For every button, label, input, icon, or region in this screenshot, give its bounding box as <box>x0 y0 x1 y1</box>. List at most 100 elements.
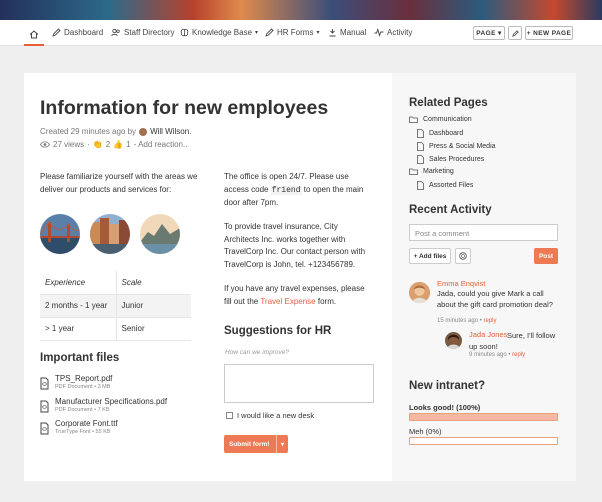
nav-label: Manual <box>340 28 367 37</box>
file-info: TrueType Font • 55 KB <box>55 429 111 435</box>
poll-heading: New intranet? <box>409 380 486 392</box>
top-navigation: Dashboard Staff Directory Knowledge Base… <box>0 20 602 46</box>
tree-folder-marketing[interactable]: Marketing <box>409 168 454 175</box>
file-item[interactable]: TPS_Report.pdf PDF Document • 3 MB <box>40 374 112 390</box>
comment-meta: 15 minutes ago • reply <box>437 318 497 324</box>
views-count: 27 views <box>53 140 85 149</box>
emoji-button[interactable] <box>455 248 471 264</box>
table-row: > 1 year Senior <box>40 317 191 341</box>
nav-knowledge-base[interactable]: Knowledge Base ▾ <box>180 28 258 37</box>
poll-option-bar[interactable] <box>409 413 558 421</box>
folder-icon <box>409 116 418 123</box>
table-header-cell: Experience <box>40 271 117 295</box>
city-image-bridge <box>40 214 80 254</box>
tree-folder-communication[interactable]: Communication <box>409 116 472 123</box>
file-info: PDF Document • 7 KB <box>55 407 110 413</box>
reply-link[interactable]: reply <box>483 318 496 324</box>
city-image-canal <box>90 214 130 254</box>
tree-label: Dashboard <box>429 130 464 137</box>
submit-form-button[interactable]: Submit form! ▾ <box>224 435 288 453</box>
clap-icon[interactable]: 👏 <box>93 140 103 149</box>
table-cell: > 1 year <box>40 317 117 341</box>
table-header-cell: Scale <box>116 271 191 295</box>
post-button[interactable]: Post <box>534 248 558 264</box>
tree-page-sales[interactable]: Sales Procedures <box>417 155 484 164</box>
comment-input[interactable]: Post a comment <box>409 224 558 241</box>
bookmark-icon <box>329 29 336 37</box>
avatar[interactable] <box>445 332 462 349</box>
thumbs-up-icon[interactable]: 👍 <box>113 140 123 149</box>
file-item[interactable]: Corporate Font.ttf TrueType Font • 55 KB <box>40 419 118 435</box>
tree-label: Press & Social Media <box>429 143 496 150</box>
submit-label: Submit form! <box>229 440 270 448</box>
page-menu-button[interactable]: PAGE ▾ <box>473 26 505 40</box>
nav-hr-forms[interactable]: HR Forms ▾ <box>265 28 319 37</box>
travel-expense-link[interactable]: Travel Expense <box>260 297 315 306</box>
new-desk-checkbox[interactable]: I would like a new desk <box>226 411 314 420</box>
folder-icon <box>409 168 418 175</box>
file-item[interactable]: Manufacturer Specifications.pdf PDF Docum… <box>40 397 167 413</box>
page-icon <box>417 181 424 190</box>
chevron-down-icon: ▾ <box>255 30 259 36</box>
nav-label: HR Forms <box>277 28 314 37</box>
comment-time: 15 minutes ago <box>437 318 479 324</box>
experience-table: Experience Scale 2 months - 1 year Junio… <box>40 271 191 341</box>
poll-option-label: Meh (0%) <box>409 427 442 436</box>
tree-page-assorted[interactable]: Assorted Files <box>417 181 473 190</box>
reply-link[interactable]: reply <box>512 352 525 358</box>
tree-label: Marketing <box>423 168 454 175</box>
eye-icon <box>40 141 50 148</box>
file-icon <box>40 422 49 435</box>
nav-dashboard[interactable]: Dashboard <box>52 28 103 37</box>
header-banner <box>0 0 602 20</box>
recent-activity-heading: Recent Activity <box>409 204 492 216</box>
suggestions-prompt: How can we improve? <box>225 349 289 356</box>
pencil-icon <box>265 28 274 37</box>
avatar[interactable] <box>409 282 430 303</box>
poll-option-bar[interactable] <box>409 437 558 445</box>
brain-icon <box>180 28 189 37</box>
author-link[interactable]: Will Wilson. <box>150 127 191 136</box>
add-files-button[interactable]: + Add files <box>409 248 451 264</box>
expenses-text-part: form. <box>317 296 337 306</box>
intro-text: Please familiarize yourself with the are… <box>40 172 198 194</box>
nav-label: Dashboard <box>64 28 104 37</box>
home-nav-button[interactable] <box>24 24 44 46</box>
page-content: Information for new employees Created 29… <box>24 73 392 481</box>
page-icon <box>417 142 424 151</box>
comment-text: Sure, I'll follow up soon! <box>469 331 556 351</box>
chevron-down-icon[interactable]: ▾ <box>276 435 288 453</box>
tree-page-dashboard[interactable]: Dashboard <box>417 129 463 138</box>
expenses-text: If you have any travel expenses, please … <box>224 283 374 308</box>
page-meta: Created 29 minutes ago by Will Wilson. <box>40 127 191 136</box>
nav-manual[interactable]: Manual <box>328 28 366 37</box>
tree-page-press[interactable]: Press & Social Media <box>417 142 496 151</box>
office-text: The office is open 24/7. Please use acce… <box>224 171 374 210</box>
file-info: PDF Document • 3 MB <box>55 384 111 390</box>
separator: • <box>479 318 482 324</box>
comment-author[interactable]: Emma Enqvist <box>437 279 485 288</box>
nav-staff-directory[interactable]: Staff Directory <box>111 28 175 37</box>
nav-label: Staff Directory <box>124 28 175 37</box>
table-header-row: Experience Scale <box>40 271 191 295</box>
edit-button[interactable] <box>508 26 522 40</box>
poll-fill <box>410 414 557 420</box>
nav-activity[interactable]: Activity <box>374 28 412 37</box>
file-name: TPS_Report.pdf <box>55 374 113 383</box>
suggestions-textarea[interactable] <box>224 364 374 403</box>
new-page-button[interactable]: + NEW PAGE <box>525 26 573 40</box>
table-cell: Junior <box>116 294 191 318</box>
avatar <box>139 127 148 136</box>
files-heading: Important files <box>40 352 120 364</box>
add-reaction-link[interactable]: - Add reaction.. <box>134 140 188 149</box>
separator: • <box>508 352 511 358</box>
checkbox-box[interactable] <box>226 412 233 419</box>
file-name: Manufacturer Specifications.pdf <box>55 397 168 406</box>
file-icon <box>40 377 49 390</box>
related-pages-heading: Related Pages <box>409 97 488 109</box>
smiley-icon <box>459 252 467 260</box>
insurance-text: To provide travel insurance, City Archit… <box>224 222 366 269</box>
file-name: Corporate Font.ttf <box>55 419 118 428</box>
page-title: Information for new employees <box>40 97 329 119</box>
pencil-icon <box>511 29 519 37</box>
